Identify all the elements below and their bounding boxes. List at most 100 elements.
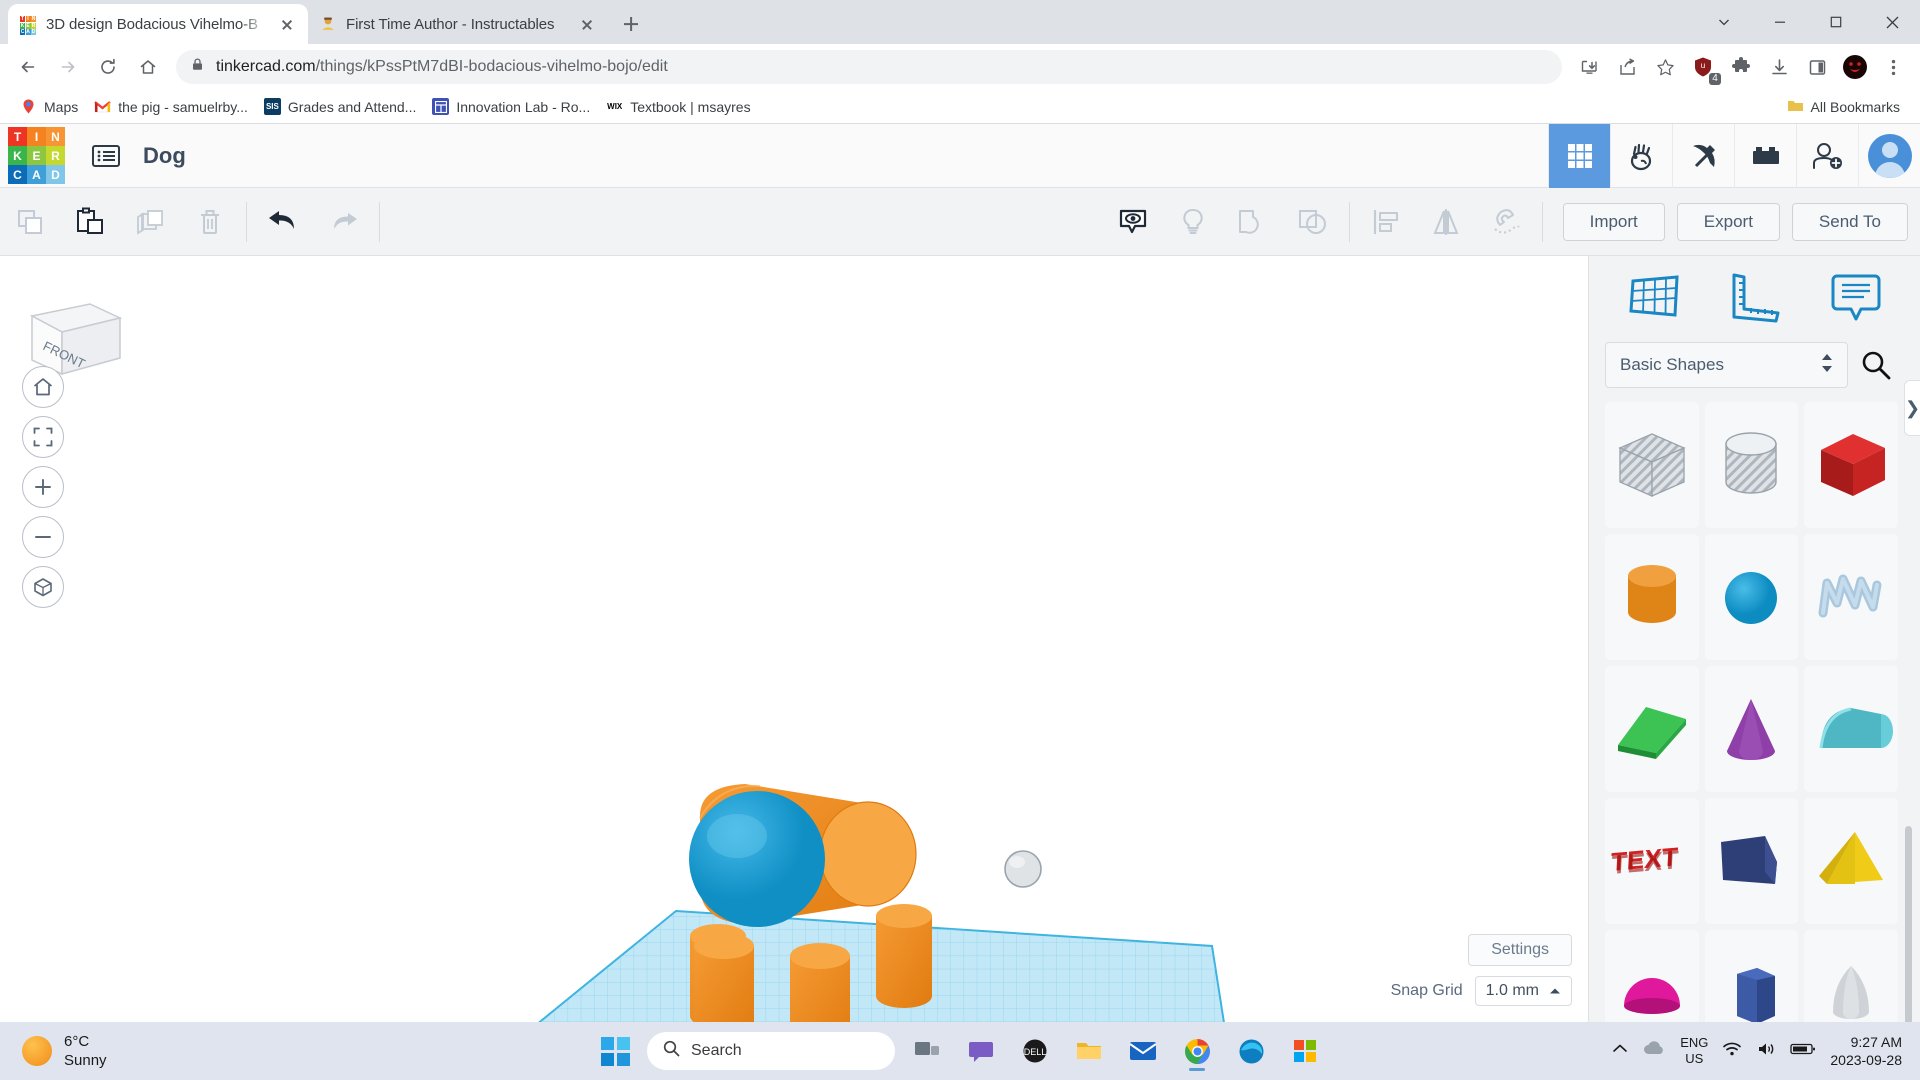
perspective-toggle-button[interactable] [22,566,64,608]
copy-button [0,188,60,256]
tab-close-icon[interactable] [577,14,597,34]
bookmark-grades[interactable]: SIS Grades and Attend... [256,94,424,119]
bookmark-gmail[interactable]: the pig - samuelrby... [86,94,256,119]
light-bulb-button [1163,188,1223,256]
all-bookmarks-button[interactable]: All Bookmarks [1787,98,1908,116]
shape-hole-cylinder[interactable] [1704,402,1799,528]
paste-button[interactable] [60,188,120,256]
new-tab-button[interactable] [614,7,648,41]
system-tray: ENG US 9:27 AM 2023-09-28 [1612,1033,1920,1069]
browser-tab-inactive[interactable]: First Time Author - Instructables [308,4,608,44]
shape-roof[interactable] [1804,666,1898,792]
edge-icon[interactable] [1229,1029,1273,1073]
reload-icon[interactable] [91,50,125,84]
shape-cone-gray[interactable] [1804,930,1898,1022]
start-button[interactable] [593,1029,637,1073]
tinkercad-logo[interactable]: T I N K E R C A D [8,127,65,184]
designs-list-icon[interactable] [91,141,121,171]
import-button[interactable]: Import [1562,202,1665,241]
ruler-icon[interactable] [1726,271,1784,328]
bookmark-maps[interactable]: Maps [12,94,86,119]
wifi-icon[interactable] [1722,1041,1742,1062]
mail-icon[interactable] [1121,1029,1165,1073]
undo-button[interactable] [253,188,313,256]
show-hide-eye-button[interactable] [1103,188,1163,256]
browser-tab-active[interactable]: TIN KER CAD 3D design Bodacious Vihelmo-… [8,4,308,44]
panel-collapse-toggle[interactable]: ❯ [1904,380,1920,436]
document-title[interactable]: Dog [143,143,186,169]
user-avatar[interactable] [1858,123,1920,188]
teams-chat-icon[interactable] [959,1029,1003,1073]
home-view-button[interactable] [22,366,64,408]
taskbar-search[interactable]: Search [647,1032,895,1070]
invite-person-icon[interactable] [1796,123,1858,188]
shape-cylinder[interactable] [1605,534,1699,660]
back-arrow-icon[interactable] [11,50,45,84]
shape-paraboloid[interactable] [1704,798,1799,924]
profile-avatar-icon[interactable] [1838,50,1872,84]
install-app-icon[interactable] [1572,50,1606,84]
delete-button [180,188,240,256]
share-icon[interactable] [1610,50,1644,84]
zoom-in-button[interactable] [22,466,64,508]
minecraft-pickaxe-icon[interactable] [1672,123,1734,188]
shape-half-sphere[interactable] [1605,930,1699,1022]
shape-sphere[interactable] [1704,534,1799,660]
bookmark-star-icon[interactable] [1648,50,1682,84]
battery-icon[interactable] [1790,1042,1816,1061]
shape-pyramid[interactable] [1804,798,1898,924]
shape-wedge[interactable] [1605,666,1699,792]
file-explorer-icon[interactable] [1067,1029,1111,1073]
workplane-grid-icon[interactable] [1625,271,1683,328]
logo-letter: N [46,127,65,146]
window-maximize-button[interactable] [1808,0,1864,44]
bookmark-textbook[interactable]: WIX Textbook | msayres [598,94,758,119]
magnet-snap-button [1476,188,1536,256]
home-icon[interactable] [131,50,165,84]
wix-icon: WIX [606,98,624,115]
circuits-hand-icon[interactable] [1610,123,1672,188]
onedrive-cloud-icon[interactable] [1642,1040,1666,1062]
shape-cone[interactable] [1704,666,1799,792]
address-bar[interactable]: tinkercad.com/things/kPssPtM7dBI-bodacio… [176,50,1562,84]
shape-scribble[interactable] [1804,534,1898,660]
chrome-icon[interactable] [1175,1029,1219,1073]
shapes-scrollbar[interactable] [1905,826,1912,1022]
shape-text[interactable]: TEXT TEXT [1605,798,1699,924]
downloads-icon[interactable] [1762,50,1796,84]
export-button[interactable]: Export [1676,202,1780,241]
weather-widget[interactable]: 6°C Sunny [22,1032,107,1070]
side-panel-icon[interactable] [1800,50,1834,84]
3d-canvas[interactable]: Workplane [0,256,1588,1022]
designs-grid-icon[interactable] [1548,123,1610,188]
shape-category-select[interactable]: Basic Shapes [1605,342,1848,388]
window-minimize-button[interactable] [1752,0,1808,44]
fit-to-view-button[interactable] [22,416,64,458]
dell-icon[interactable]: DELL [1013,1029,1057,1073]
ublock-extension-icon[interactable]: u 4 [1686,50,1721,85]
chrome-menu-icon[interactable] [1876,50,1910,84]
tab-close-icon[interactable] [277,14,297,34]
bookmark-innovation-lab[interactable]: Innovation Lab - Ro... [424,94,598,119]
show-hidden-icons-button[interactable] [1612,1042,1628,1060]
leg-back-right [876,904,932,1008]
shape-box[interactable] [1804,402,1898,528]
send-to-button[interactable]: Send To [1791,202,1908,241]
snap-grid-select[interactable]: 1.0 mm [1474,976,1572,1006]
shape-polygon[interactable] [1704,930,1799,1022]
taskbar-clock[interactable]: 9:27 AM 2023-09-28 [1830,1033,1902,1069]
svg-text:TEXT: TEXT [1610,844,1679,880]
extensions-puzzle-icon[interactable] [1724,50,1758,84]
shape-hole-box[interactable] [1605,402,1699,528]
zoom-out-button[interactable] [22,516,64,558]
volume-icon[interactable] [1756,1041,1776,1062]
blocks-brick-icon[interactable] [1734,123,1796,188]
shape-search-button[interactable] [1848,342,1904,388]
settings-button[interactable]: Settings [1468,934,1572,966]
task-view-icon[interactable] [905,1029,949,1073]
tab-search-chevron-down-icon[interactable] [1696,0,1752,44]
window-close-button[interactable] [1864,0,1920,44]
microsoft-store-icon[interactable] [1283,1029,1327,1073]
notes-icon[interactable] [1827,271,1885,328]
language-indicator[interactable]: ENG US [1680,1035,1708,1067]
